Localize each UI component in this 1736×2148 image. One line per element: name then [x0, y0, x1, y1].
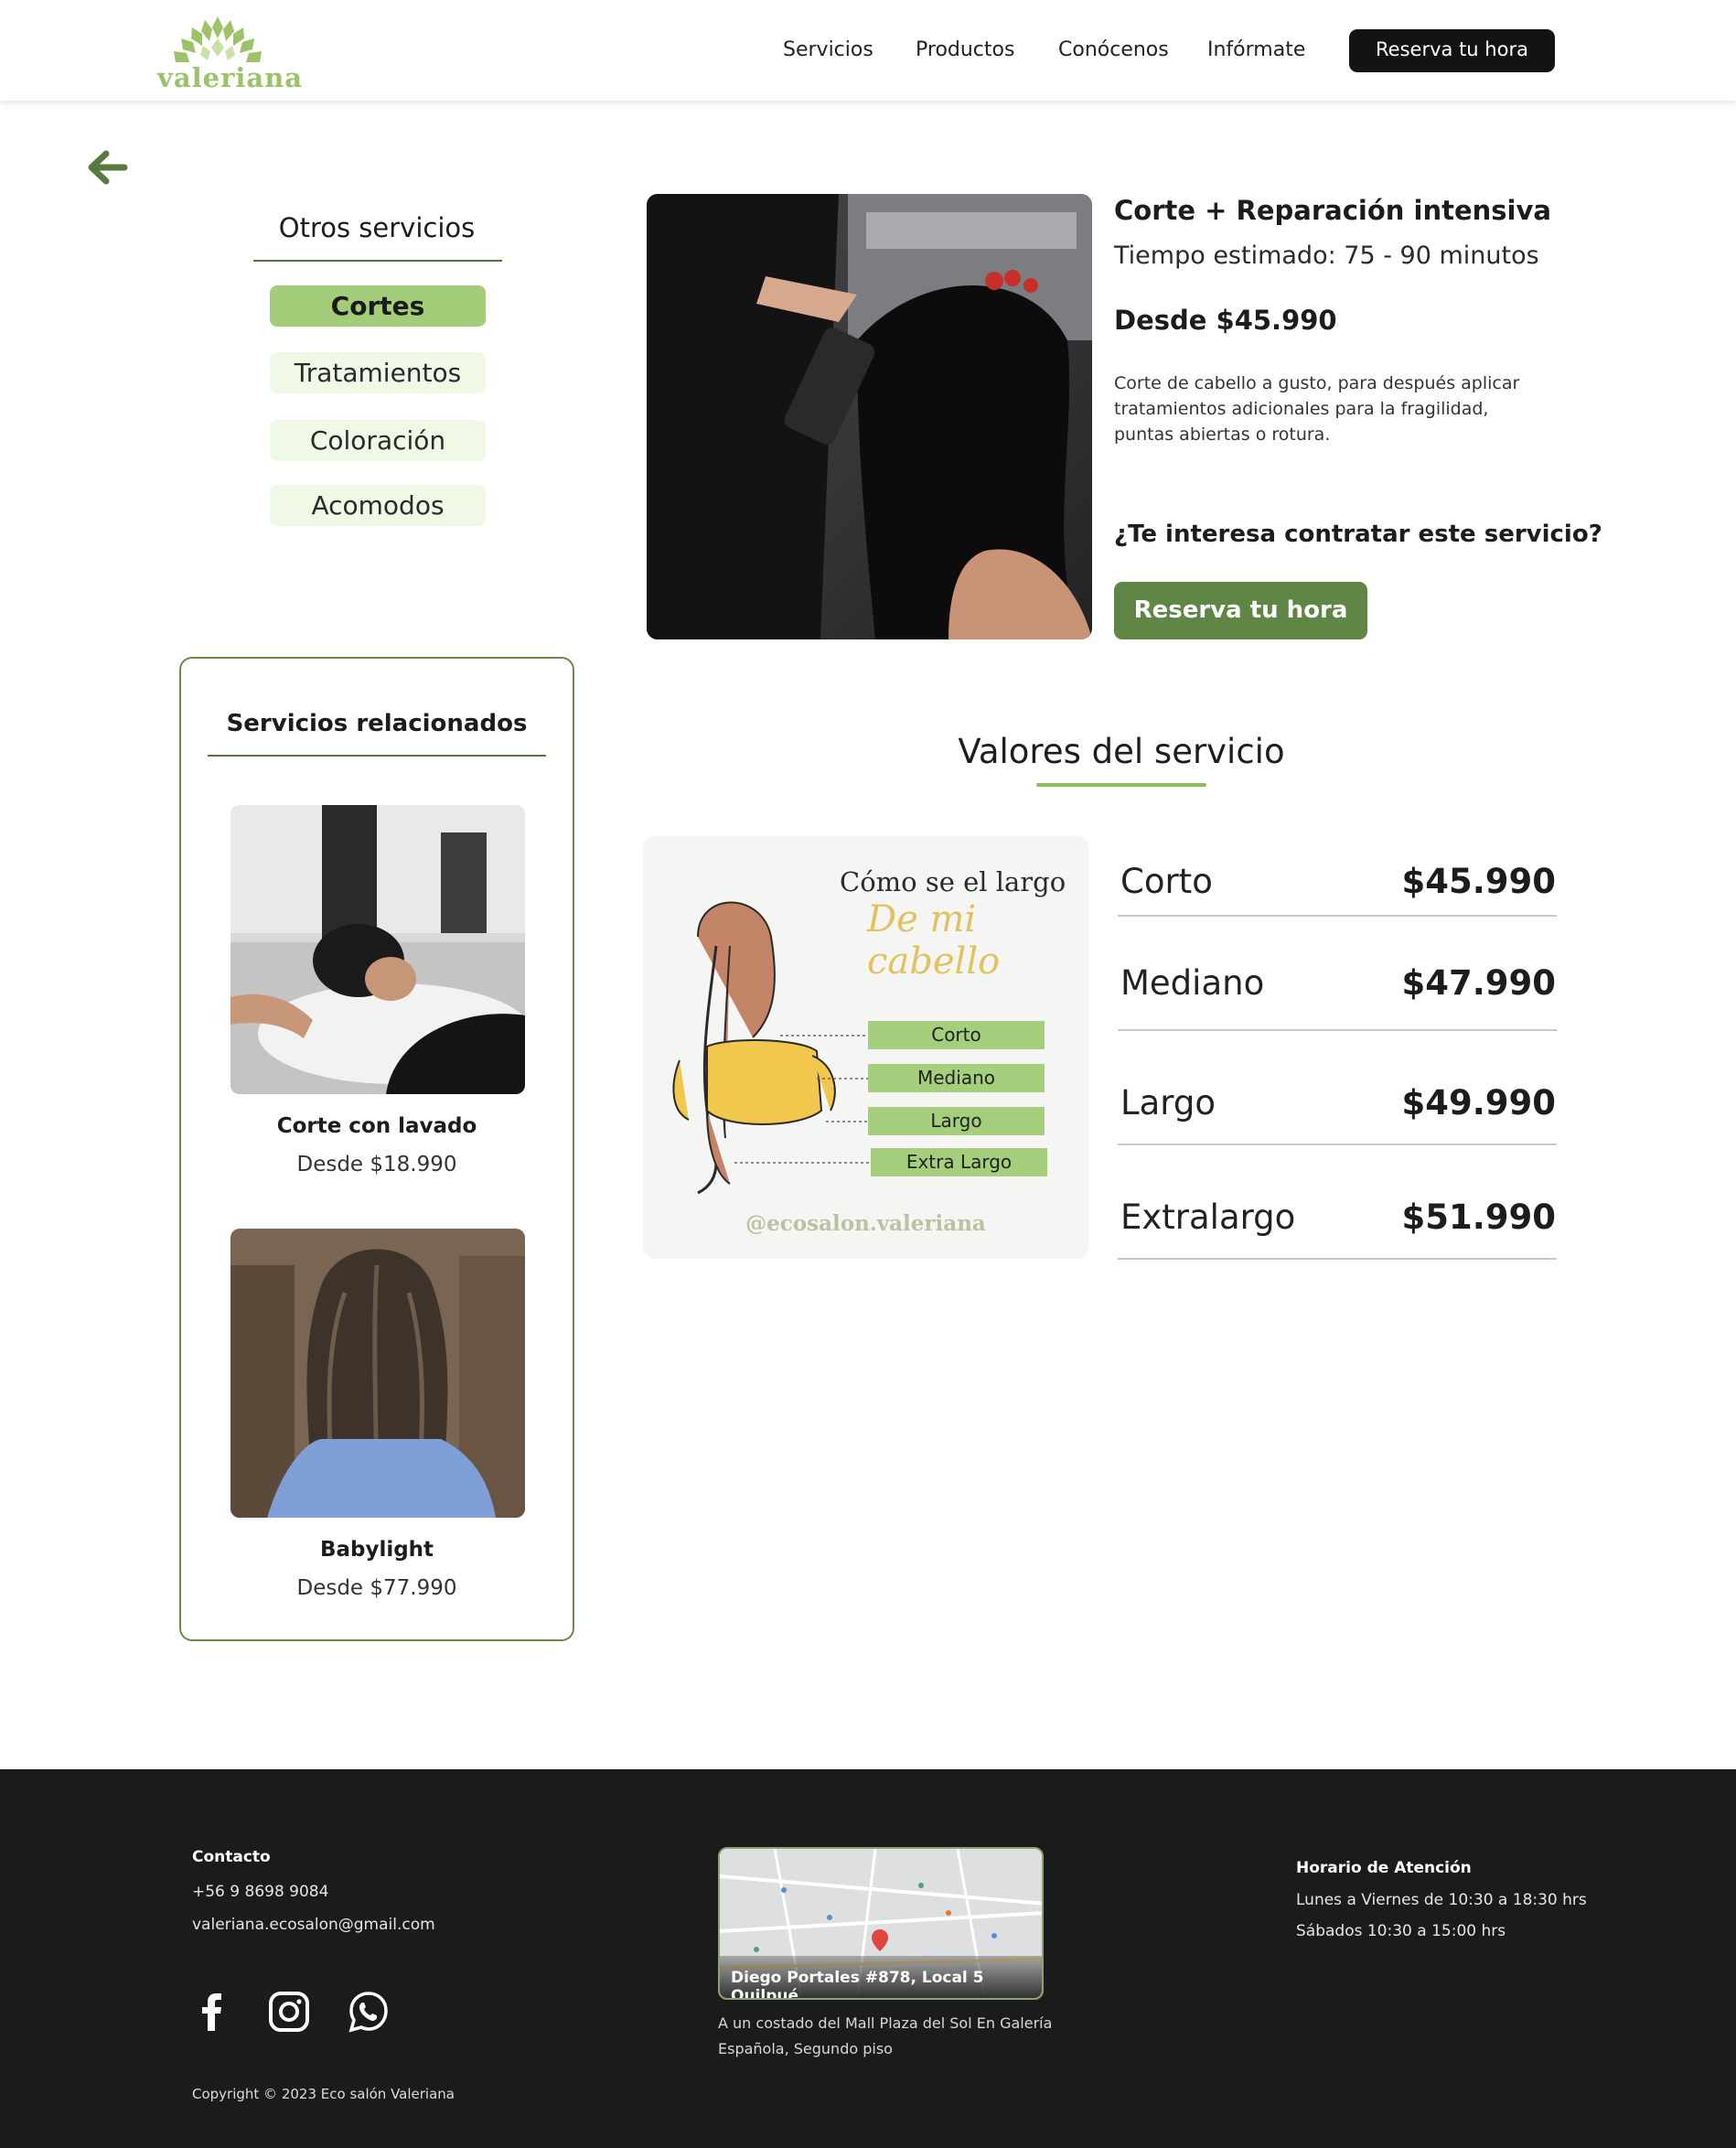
length-label-corto: Corto — [868, 1021, 1045, 1049]
divider — [1036, 783, 1206, 787]
related-price: Desde $77.990 — [296, 1576, 457, 1600]
hair-length-illustration: Cómo se el largo De mi cabello Corto Med… — [643, 836, 1088, 1259]
facebook-icon[interactable] — [189, 1989, 235, 2035]
illustration-title: Cómo se el largo — [840, 866, 1066, 897]
divider — [253, 260, 502, 262]
nav-productos[interactable]: Productos — [916, 38, 1014, 61]
price-name-largo: Largo — [1120, 1083, 1216, 1122]
nav-informate[interactable]: Infórmate — [1207, 38, 1305, 61]
category-tratamientos[interactable]: Tratamientos — [270, 352, 486, 393]
divider — [1118, 1029, 1557, 1031]
related-price: Desde $18.990 — [296, 1153, 457, 1176]
contact-email[interactable]: valeriana.ecosalon@gmail.com — [192, 1916, 435, 1934]
price-value-mediano: $47.990 — [1401, 963, 1556, 1003]
category-acomodos[interactable]: Acomodos — [270, 485, 486, 526]
price-name-corto: Corto — [1120, 862, 1213, 901]
divider — [1118, 1144, 1557, 1145]
service-photo — [647, 194, 1092, 639]
instagram-handle: @ecosalon.valeriana — [745, 1211, 986, 1236]
related-name[interactable]: Corte con lavado — [181, 1114, 573, 1138]
site-header: valeriana Servicios Productos Conócenos … — [0, 0, 1736, 101]
related-photo-babylight[interactable] — [230, 1229, 525, 1518]
contact-heading: Contacto — [192, 1848, 271, 1866]
header-reserve-button[interactable]: Reserva tu hora — [1349, 29, 1555, 72]
service-question: ¿Te interesa contratar este servicio? — [1114, 521, 1602, 548]
divider — [1118, 1258, 1557, 1260]
related-photo-corte-con-lavado[interactable] — [230, 805, 525, 1094]
related-name[interactable]: Babylight — [181, 1538, 573, 1562]
reserve-button[interactable]: Reserva tu hora — [1114, 582, 1367, 639]
category-coloracion[interactable]: Coloración — [270, 420, 486, 461]
illustration-subtitle: De mi cabello — [867, 898, 1001, 983]
site-footer: Contacto +56 9 8698 9084 valeriana.ecosa… — [0, 1769, 1736, 2148]
price-value-extralargo: $51.990 — [1401, 1198, 1556, 1237]
price-value-corto: $45.990 — [1401, 862, 1556, 901]
otros-servicios-title: Otros servicios — [278, 212, 476, 243]
category-cortes[interactable]: Cortes — [270, 285, 486, 327]
nav-servicios[interactable]: Servicios — [783, 38, 873, 61]
logo[interactable]: valeriana — [157, 11, 304, 93]
service-description: Corte de cabello a gusto, para después a… — [1114, 373, 1520, 445]
copyright: Copyright © 2023 Eco salón Valeriana — [192, 2086, 455, 2102]
service-price: Desde $45.990 — [1114, 305, 1337, 336]
nav-conocenos[interactable]: Conócenos — [1058, 38, 1169, 61]
divider — [1118, 915, 1557, 917]
price-name-mediano: Mediano — [1120, 963, 1265, 1003]
whatsapp-icon[interactable] — [346, 1989, 391, 2035]
service-title: Corte + Reparación intensiva — [1114, 195, 1551, 226]
address-note: A un costado del Mall Plaza del Sol En G… — [718, 2014, 1053, 2057]
related-title: Servicios relacionados — [226, 710, 528, 737]
logo-text: valeriana — [157, 62, 304, 93]
instagram-icon[interactable] — [266, 1989, 312, 2035]
logo-icon — [174, 16, 262, 62]
hours-saturday: Sábados 10:30 a 15:00 hrs — [1296, 1922, 1506, 1940]
valores-title: Valores del servicio — [958, 732, 1285, 771]
back-arrow-icon[interactable] — [84, 146, 130, 188]
length-label-largo: Largo — [868, 1107, 1045, 1135]
service-time: Tiempo estimado: 75 - 90 minutos — [1114, 242, 1539, 270]
price-name-extralargo: Extralargo — [1120, 1198, 1296, 1237]
map-card[interactable]: Diego Portales #878, Local 5 Quilpué — [718, 1847, 1044, 2000]
length-label-extra-largo: Extra Largo — [871, 1148, 1047, 1176]
divider — [208, 755, 546, 757]
hours-weekdays: Lunes a Viernes de 10:30 a 18:30 hrs — [1296, 1891, 1587, 1909]
map-address: Diego Portales #878, Local 5 Quilpué — [720, 1956, 1042, 1998]
length-label-mediano: Mediano — [868, 1064, 1045, 1092]
related-services-panel: Servicios relacionados Corte con lavado … — [179, 657, 574, 1641]
price-value-largo: $49.990 — [1401, 1083, 1556, 1122]
hours-heading: Horario de Atención — [1296, 1859, 1472, 1877]
contact-phone[interactable]: +56 9 8698 9084 — [192, 1883, 328, 1901]
